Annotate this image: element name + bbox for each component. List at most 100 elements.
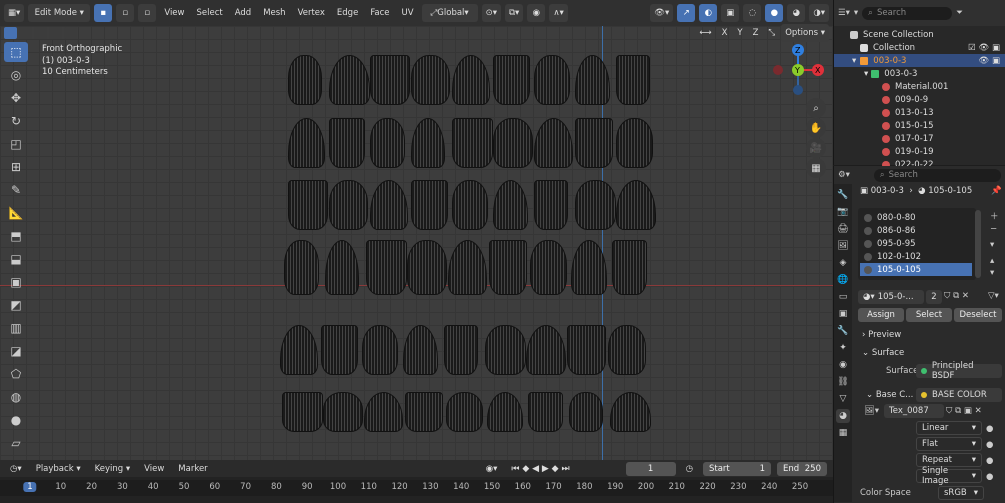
material-slot[interactable]: 102-0-102 bbox=[860, 250, 972, 263]
texture-action-icons[interactable]: ⛉ ⧉ ▣ ✕ bbox=[946, 406, 982, 416]
image-browse-icon[interactable]: 🖼▾ bbox=[864, 406, 879, 416]
helmet-mesh[interactable] bbox=[534, 180, 568, 230]
helmet-mesh[interactable] bbox=[571, 240, 607, 295]
outliner-material-row[interactable]: 017-0-17 bbox=[834, 132, 1005, 145]
measure-icon[interactable]: 📐 bbox=[4, 203, 28, 223]
helmet-mesh[interactable] bbox=[575, 118, 613, 168]
gizmo-neg-z[interactable] bbox=[793, 85, 803, 95]
outliner-material-row[interactable]: 019-0-19 bbox=[834, 145, 1005, 158]
helmet-mesh[interactable] bbox=[610, 392, 651, 432]
helmet-mesh[interactable] bbox=[526, 325, 566, 375]
camera-view-icon[interactable]: 🎥 bbox=[806, 138, 826, 158]
3d-viewport[interactable]: Front Orthographic (1) 003-0-3 10 Centim… bbox=[0, 0, 833, 460]
annotate-icon[interactable]: ✎ bbox=[4, 180, 28, 200]
helmet-mesh[interactable] bbox=[616, 180, 656, 230]
helmet-mesh[interactable] bbox=[487, 392, 523, 432]
move-icon[interactable]: ✥ bbox=[4, 88, 28, 108]
outliner-editor-type-icon[interactable]: ☰▾ bbox=[838, 8, 850, 18]
base-color-field[interactable]: BASE COLOR bbox=[916, 388, 1002, 402]
helmet-mesh[interactable] bbox=[282, 392, 323, 432]
object-tab-icon[interactable]: ▣ bbox=[836, 307, 850, 321]
interp-socket-icon[interactable]: ● bbox=[986, 424, 993, 434]
object-toggles[interactable]: 👁 ▣ bbox=[978, 56, 1000, 66]
helmet-mesh[interactable] bbox=[284, 240, 319, 295]
helmet-mesh[interactable] bbox=[489, 240, 527, 295]
helmet-mesh[interactable] bbox=[329, 118, 365, 168]
collection-tab-icon[interactable]: ▭ bbox=[836, 290, 850, 304]
menu-mesh[interactable]: Mesh bbox=[259, 8, 289, 18]
surface-panel-header[interactable]: ⌄ Surface bbox=[862, 348, 904, 358]
helmet-mesh[interactable] bbox=[575, 55, 610, 105]
editor-type-button[interactable]: ▦▾ bbox=[4, 4, 25, 22]
gizmo-toggle-icon[interactable]: ↗ bbox=[677, 4, 696, 22]
interpolation-dropdown[interactable]: Linear ▾ bbox=[916, 421, 982, 435]
helmet-mesh[interactable] bbox=[362, 325, 398, 375]
menu-view[interactable]: View bbox=[160, 8, 188, 18]
loop-cut-icon[interactable]: ▥ bbox=[4, 318, 28, 338]
properties-search-input[interactable]: ⌕ Search bbox=[873, 168, 1001, 182]
frame-ruler[interactable]: 1 10 20 30 40 50 60 70 80 90 100 110 120 130 140 150 160… bbox=[0, 480, 833, 496]
helmet-mesh[interactable] bbox=[444, 325, 478, 375]
material-slot[interactable]: 095-0-95 bbox=[860, 237, 972, 250]
poly-build-icon[interactable]: ⬠ bbox=[4, 364, 28, 384]
outliner-collection[interactable]: Collection ☑ 👁 ▣ bbox=[834, 41, 1005, 54]
helmet-mesh[interactable] bbox=[534, 118, 573, 168]
helmet-mesh[interactable] bbox=[364, 392, 403, 432]
outliner-funnel-icon[interactable]: ⏷ bbox=[956, 8, 963, 18]
smooth-icon[interactable]: ● bbox=[4, 410, 28, 430]
menu-vertex[interactable]: Vertex bbox=[294, 8, 329, 18]
projection-dropdown[interactable]: Flat ▾ bbox=[916, 437, 982, 451]
menu-timeline-view[interactable]: View bbox=[140, 464, 168, 474]
add-slot-icon[interactable]: ＋ bbox=[990, 210, 999, 222]
menu-uv[interactable]: UV bbox=[398, 8, 418, 18]
mirror-icon[interactable]: ⟷ bbox=[695, 28, 715, 38]
visibility-icon[interactable]: 👁▾ bbox=[650, 4, 674, 22]
rotate-icon[interactable]: ↻ bbox=[4, 111, 28, 131]
slot-menu-icon[interactable]: ▾ bbox=[990, 240, 994, 250]
playback-controls[interactable]: ⏮ ◆ ◀ ▶ ◆ ⏭ bbox=[507, 464, 573, 474]
scale-icon[interactable]: ◰ bbox=[4, 134, 28, 154]
move-slot-up-icon[interactable]: ▴ bbox=[990, 256, 994, 266]
tool-tab-icon[interactable]: 🔧 bbox=[836, 188, 850, 202]
helmet-mesh[interactable] bbox=[569, 392, 603, 432]
material-shading-icon[interactable]: ◕ bbox=[787, 4, 806, 22]
outliner-material-row[interactable]: 009-0-9 bbox=[834, 93, 1005, 106]
gizmo-neg-x[interactable] bbox=[773, 65, 783, 75]
collection-toggles[interactable]: ☑ 👁 ▣ bbox=[968, 43, 1000, 53]
helmet-mesh[interactable] bbox=[288, 55, 322, 105]
menu-edge[interactable]: Edge bbox=[333, 8, 362, 18]
record-icon[interactable]: ◉▾ bbox=[482, 464, 502, 474]
link-dropdown-icon[interactable]: ▽▾ bbox=[988, 291, 999, 301]
proj-socket-icon[interactable]: ● bbox=[986, 440, 993, 450]
helmet-mesh[interactable] bbox=[407, 240, 447, 295]
pivot-icon[interactable]: ⊙▾ bbox=[481, 4, 501, 22]
deselect-button[interactable]: Deselect bbox=[954, 308, 1002, 322]
spin-icon[interactable]: ◍ bbox=[4, 387, 28, 407]
helmet-mesh[interactable] bbox=[534, 55, 570, 105]
material-users[interactable]: 2 bbox=[926, 290, 942, 304]
helmet-mesh[interactable] bbox=[411, 118, 445, 168]
properties-editor-type-icon[interactable]: ⚙▾ bbox=[838, 170, 850, 180]
transform-orientation-dropdown[interactable]: ⤢ Global ▾ bbox=[421, 4, 478, 22]
helmet-mesh[interactable] bbox=[616, 118, 653, 168]
material-tab-icon[interactable]: ◕ bbox=[836, 409, 850, 423]
helmet-mesh[interactable] bbox=[370, 55, 410, 105]
slot-list-scrollbar[interactable] bbox=[975, 210, 981, 278]
helmet-mesh[interactable] bbox=[452, 118, 493, 168]
texture-name-field[interactable]: Tex_0087 bbox=[884, 404, 944, 418]
source-socket-icon[interactable]: ● bbox=[986, 472, 993, 482]
knife-icon[interactable]: ◪ bbox=[4, 341, 28, 361]
extension-dropdown[interactable]: Repeat ▾ bbox=[916, 453, 982, 467]
particles-tab-icon[interactable]: ✦ bbox=[836, 341, 850, 355]
select-button[interactable]: Select bbox=[906, 308, 952, 322]
world-tab-icon[interactable]: 🌐 bbox=[836, 273, 850, 287]
data-tab-icon[interactable]: ▽ bbox=[836, 392, 850, 406]
helmet-mesh[interactable] bbox=[530, 240, 567, 295]
helmet-mesh[interactable] bbox=[323, 392, 363, 432]
mirror-y-toggle[interactable]: Y bbox=[733, 28, 746, 38]
helmet-mesh[interactable] bbox=[405, 392, 443, 432]
falloff-icon[interactable]: ∧▾ bbox=[549, 4, 568, 22]
color-space-dropdown[interactable]: sRGB ▾ bbox=[938, 486, 984, 500]
render-tab-icon[interactable]: 📷 bbox=[836, 205, 850, 219]
preview-panel-header[interactable]: › Preview bbox=[862, 330, 901, 340]
